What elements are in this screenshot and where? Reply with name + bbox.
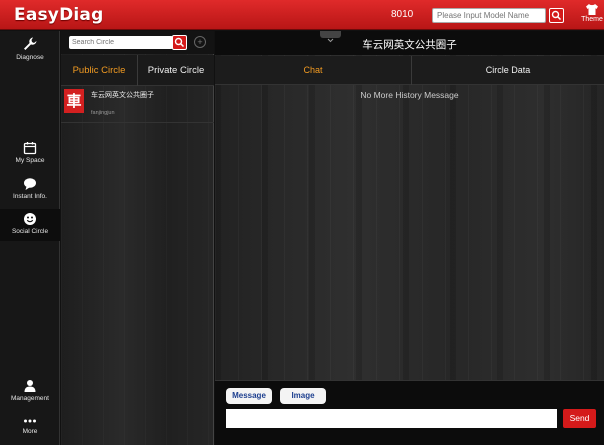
divider bbox=[61, 122, 214, 123]
chat-bubble-icon bbox=[24, 178, 36, 190]
circle-name: 车云网英文公共圈子 bbox=[91, 92, 154, 99]
circle-avatar: 車 bbox=[64, 89, 84, 113]
message-mode-button[interactable]: Message bbox=[226, 388, 272, 404]
nav-label: Social Circle bbox=[11, 228, 49, 235]
person-icon bbox=[24, 380, 36, 392]
shirt-icon bbox=[586, 4, 598, 15]
circle-list-item[interactable]: 車 车云网英文公共圈子 fanjingjun bbox=[61, 87, 214, 123]
circle-owner: fanjingjun bbox=[91, 110, 115, 116]
tab-private-circle[interactable]: Private Circle bbox=[137, 55, 214, 86]
search-icon bbox=[174, 37, 185, 48]
main-nav: Diagnose My Space Instant Info. Social C… bbox=[0, 31, 60, 445]
chat-header: 车云网英文公共圈子 bbox=[215, 31, 604, 55]
tab-chat[interactable]: Chat bbox=[215, 56, 411, 85]
nav-label: Diagnose bbox=[16, 54, 44, 61]
message-input[interactable] bbox=[226, 409, 557, 428]
chat-panel: 车云网英文公共圈子 Chat Circle Data No More Histo… bbox=[215, 31, 604, 445]
calendar-icon bbox=[23, 142, 37, 155]
nav-item-instant-info[interactable]: Instant Info. bbox=[0, 177, 60, 200]
nav-item-more[interactable]: More bbox=[0, 416, 60, 435]
add-circle-button[interactable]: + bbox=[194, 36, 206, 48]
message-composer: Message Image Send bbox=[215, 380, 604, 445]
chat-title: 车云网英文公共圈子 bbox=[362, 39, 457, 51]
tab-public-circle[interactable]: Public Circle bbox=[61, 55, 137, 86]
model-search-input[interactable] bbox=[432, 8, 546, 23]
circle-search-button[interactable] bbox=[172, 35, 187, 50]
ellipsis-icon bbox=[24, 419, 36, 423]
smiley-icon bbox=[24, 213, 36, 225]
nav-item-management[interactable]: Management bbox=[0, 379, 60, 402]
nav-label: My Space bbox=[15, 157, 45, 164]
top-bar: EasyDiag 8010 Theme bbox=[0, 0, 604, 30]
circle-search-input[interactable] bbox=[69, 36, 173, 49]
nav-item-social-circle[interactable]: Social Circle bbox=[0, 209, 60, 241]
model-code: 8010 bbox=[391, 9, 414, 20]
nav-label: Instant Info. bbox=[13, 193, 47, 200]
circle-list-panel: + Public Circle Private Circle 車 车云网英文公共… bbox=[61, 31, 214, 445]
app-logo: EasyDiag bbox=[14, 5, 104, 25]
model-search-button[interactable] bbox=[549, 8, 564, 23]
nav-item-diagnose[interactable]: Diagnose bbox=[0, 36, 60, 61]
circle-list-header: + bbox=[61, 31, 214, 54]
theme-label: Theme bbox=[581, 16, 603, 23]
circle-tabs: Public Circle Private Circle bbox=[61, 55, 214, 86]
theme-button[interactable]: Theme bbox=[580, 3, 604, 29]
plus-icon: + bbox=[197, 37, 203, 47]
image-mode-button[interactable]: Image bbox=[280, 388, 326, 404]
send-button[interactable]: Send bbox=[563, 409, 596, 428]
nav-item-my-space[interactable]: My Space bbox=[0, 141, 60, 164]
tab-circle-data[interactable]: Circle Data bbox=[411, 56, 604, 85]
search-icon bbox=[551, 10, 562, 21]
chat-tabs: Chat Circle Data bbox=[215, 56, 604, 85]
history-status: No More History Message bbox=[360, 90, 459, 100]
nav-label: More bbox=[22, 428, 38, 435]
wrench-icon bbox=[24, 37, 37, 50]
nav-label: Management bbox=[11, 395, 49, 402]
